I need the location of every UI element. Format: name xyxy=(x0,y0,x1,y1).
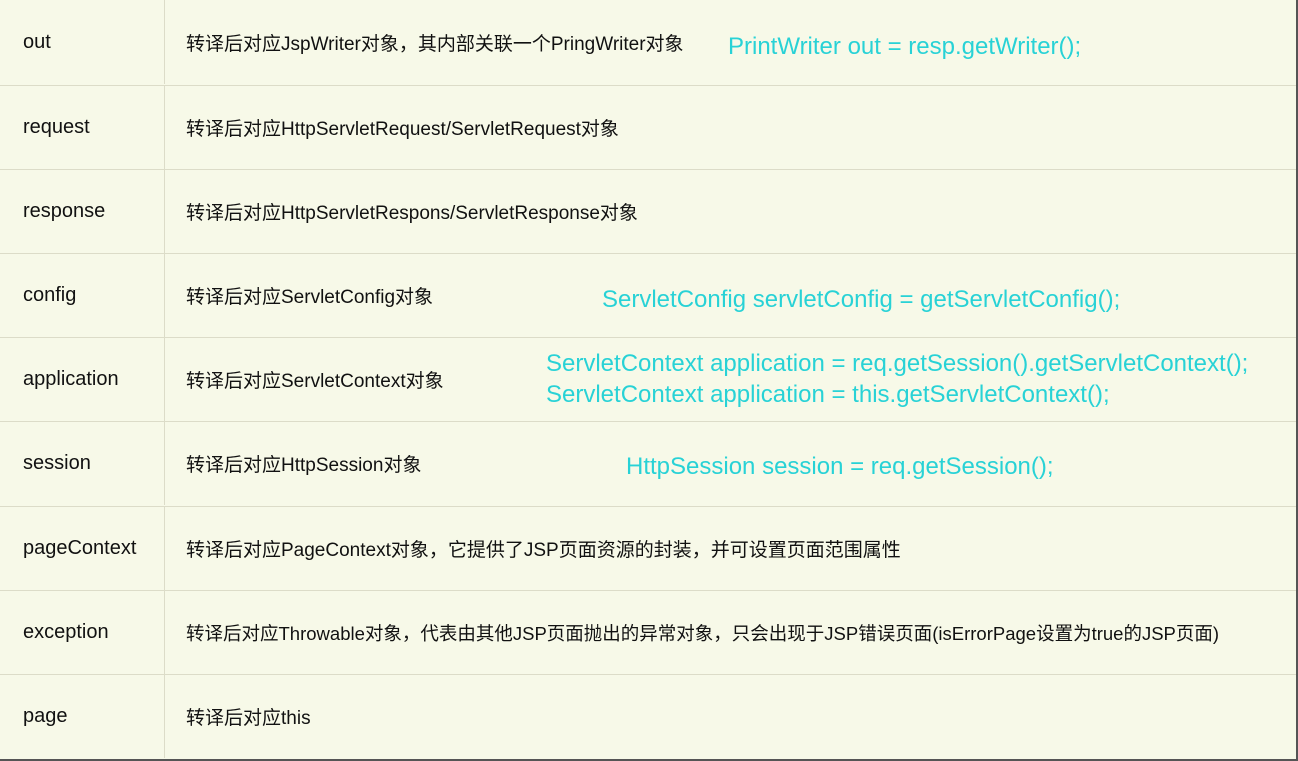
object-name: pageContext xyxy=(23,537,137,559)
object-name: response xyxy=(23,200,106,222)
object-description: 转译后对应HttpServletRespons/ServletResponse对… xyxy=(186,203,638,224)
object-description: 转译后对应this xyxy=(186,708,311,729)
object-name: out xyxy=(23,30,51,53)
annotation-application-2: ServletContext application = this.getSer… xyxy=(546,381,1110,408)
column-divider xyxy=(164,675,165,758)
object-description: 转译后对应ServletContext对象 xyxy=(186,371,444,392)
annotation-session: HttpSession session = req.getSession(); xyxy=(626,453,1054,480)
column-divider xyxy=(164,170,165,253)
column-divider xyxy=(164,0,165,84)
object-description: 转译后对应HttpSession对象 xyxy=(186,455,422,476)
annotation-application-1: ServletContext application = req.getSess… xyxy=(546,350,1249,377)
column-divider xyxy=(164,591,165,674)
object-description: 转译后对应PageContext对象，它提供了JSP页面资源的封装，并可设置页面… xyxy=(186,540,901,561)
annotation-config: ServletConfig servletConfig = getServlet… xyxy=(602,286,1121,313)
object-name: request xyxy=(23,116,90,138)
object-description: 转译后对应JspWriter对象，其内部关联一个PringWriter对象 xyxy=(186,33,684,55)
table-row-exception: exception 转译后对应Throwable对象，代表由其他JSP页面抛出的… xyxy=(0,590,1296,674)
object-description: 转译后对应Throwable对象，代表由其他JSP页面抛出的异常对象，只会出现于… xyxy=(186,622,1220,644)
table-row-request: request 转译后对应HttpServletRequest/ServletR… xyxy=(0,85,1296,169)
object-name: config xyxy=(23,284,77,306)
object-description: 转译后对应HttpServletRequest/ServletRequest对象 xyxy=(186,119,619,140)
object-name: exception xyxy=(23,621,109,643)
object-name: session xyxy=(23,452,91,474)
column-divider xyxy=(164,86,165,169)
table-row-page: page 转译后对应this xyxy=(0,674,1296,758)
table-row-pagecontext: pageContext 转译后对应PageContext对象，它提供了JSP页面… xyxy=(0,506,1296,590)
column-divider xyxy=(164,507,165,590)
column-divider xyxy=(164,338,165,421)
column-divider xyxy=(164,254,165,337)
table-row-response: response 转译后对应HttpServletRespons/Servlet… xyxy=(0,169,1296,253)
object-description: 转译后对应ServletConfig对象 xyxy=(186,287,434,308)
implicit-objects-table: out 转译后对应JspWriter对象，其内部关联一个PringWriter对… xyxy=(0,0,1298,761)
object-name: page xyxy=(23,705,68,727)
table-row-out: out 转译后对应JspWriter对象，其内部关联一个PringWriter对… xyxy=(0,0,1296,84)
object-name: application xyxy=(23,368,119,390)
column-divider xyxy=(164,422,165,505)
annotation-out: PrintWriter out = resp.getWriter(); xyxy=(728,33,1082,60)
